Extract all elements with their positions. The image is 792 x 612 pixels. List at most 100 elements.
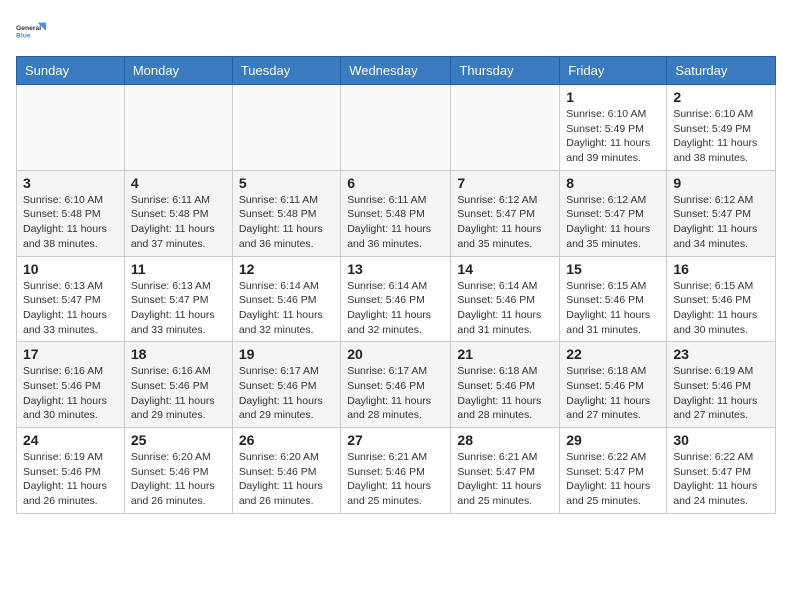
calendar-cell: 25 Sunrise: 6:20 AMSunset: 5:46 PMDayligh… (124, 428, 232, 514)
svg-text:Blue: Blue (16, 33, 31, 40)
day-info: Sunrise: 6:12 AMSunset: 5:47 PMDaylight:… (673, 193, 769, 252)
day-info: Sunrise: 6:11 AMSunset: 5:48 PMDaylight:… (239, 193, 334, 252)
day-info: Sunrise: 6:10 AMSunset: 5:48 PMDaylight:… (23, 193, 118, 252)
calendar-week-5: 24 Sunrise: 6:19 AMSunset: 5:46 PMDayligh… (17, 428, 776, 514)
day-number: 17 (23, 346, 118, 362)
column-header-sunday: Sunday (17, 57, 125, 85)
day-number: 21 (457, 346, 553, 362)
day-number: 29 (566, 432, 660, 448)
calendar-cell: 14Sunrise: 6:14 AMSunset: 5:46 PMDayligh… (451, 256, 560, 342)
calendar-week-3: 10 Sunrise: 6:13 AMSunset: 5:47 PMDayligh… (17, 256, 776, 342)
day-number: 12 (239, 261, 334, 277)
day-number: 20 (347, 346, 444, 362)
day-info: Sunrise: 6:16 AMSunset: 5:46 PMDaylight:… (131, 364, 226, 423)
calendar-cell: 22 Sunrise: 6:18 AMSunset: 5:46 PMDayligh… (560, 342, 667, 428)
column-header-monday: Monday (124, 57, 232, 85)
day-info: Sunrise: 6:15 AMSunset: 5:46 PMDaylight:… (673, 279, 769, 338)
day-number: 24 (23, 432, 118, 448)
calendar-cell: 27 Sunrise: 6:21 AMSunset: 5:46 PMDayligh… (341, 428, 451, 514)
calendar-cell (124, 85, 232, 171)
day-number: 8 (566, 175, 660, 191)
day-info: Sunrise: 6:16 AMSunset: 5:46 PMDaylight:… (23, 364, 118, 423)
calendar-cell: 1 Sunrise: 6:10 AMSunset: 5:49 PMDaylight… (560, 85, 667, 171)
calendar-cell: 16 Sunrise: 6:15 AMSunset: 5:46 PMDayligh… (667, 256, 776, 342)
calendar-cell: 26Sunrise: 6:20 AMSunset: 5:46 PMDayligh… (232, 428, 340, 514)
calendar-cell: 5 Sunrise: 6:11 AMSunset: 5:48 PMDaylight… (232, 170, 340, 256)
calendar-cell: 29 Sunrise: 6:22 AMSunset: 5:47 PMDayligh… (560, 428, 667, 514)
day-info: Sunrise: 6:20 AMSunset: 5:46 PMDaylight:… (239, 450, 334, 509)
calendar-week-4: 17 Sunrise: 6:16 AMSunset: 5:46 PMDayligh… (17, 342, 776, 428)
day-number: 3 (23, 175, 118, 191)
day-number: 2 (673, 89, 769, 105)
day-info: Sunrise: 6:15 AMSunset: 5:46 PMDaylight:… (566, 279, 660, 338)
day-info: Sunrise: 6:21 AMSunset: 5:47 PMDaylight:… (457, 450, 553, 509)
day-number: 1 (566, 89, 660, 105)
day-info: Sunrise: 6:20 AMSunset: 5:46 PMDaylight:… (131, 450, 226, 509)
day-number: 30 (673, 432, 769, 448)
day-info: Sunrise: 6:19 AMSunset: 5:46 PMDaylight:… (673, 364, 769, 423)
calendar-week-1: 1 Sunrise: 6:10 AMSunset: 5:49 PMDaylight… (17, 85, 776, 171)
calendar-table: SundayMondayTuesdayWednesdayThursdayFrid… (16, 56, 776, 514)
calendar-cell: 9Sunrise: 6:12 AMSunset: 5:47 PMDaylight… (667, 170, 776, 256)
day-info: Sunrise: 6:18 AMSunset: 5:46 PMDaylight:… (457, 364, 553, 423)
day-info: Sunrise: 6:21 AMSunset: 5:46 PMDaylight:… (347, 450, 444, 509)
calendar-cell: 21 Sunrise: 6:18 AMSunset: 5:46 PMDayligh… (451, 342, 560, 428)
calendar-cell: 6 Sunrise: 6:11 AMSunset: 5:48 PMDaylight… (341, 170, 451, 256)
page-header: GeneralBlue (16, 16, 776, 46)
day-info: Sunrise: 6:12 AMSunset: 5:47 PMDaylight:… (457, 193, 553, 252)
day-number: 27 (347, 432, 444, 448)
day-info: Sunrise: 6:17 AMSunset: 5:46 PMDaylight:… (239, 364, 334, 423)
day-info: Sunrise: 6:22 AMSunset: 5:47 PMDaylight:… (566, 450, 660, 509)
day-number: 11 (131, 261, 226, 277)
day-info: Sunrise: 6:18 AMSunset: 5:46 PMDaylight:… (566, 364, 660, 423)
calendar-cell: 23 Sunrise: 6:19 AMSunset: 5:46 PMDayligh… (667, 342, 776, 428)
day-number: 25 (131, 432, 226, 448)
calendar-cell: 2Sunrise: 6:10 AMSunset: 5:49 PMDaylight… (667, 85, 776, 171)
calendar-cell (232, 85, 340, 171)
day-info: Sunrise: 6:10 AMSunset: 5:49 PMDaylight:… (566, 107, 660, 166)
day-number: 6 (347, 175, 444, 191)
day-info: Sunrise: 6:14 AMSunset: 5:46 PMDaylight:… (347, 279, 444, 338)
column-header-friday: Friday (560, 57, 667, 85)
day-number: 5 (239, 175, 334, 191)
calendar-week-2: 3 Sunrise: 6:10 AMSunset: 5:48 PMDaylight… (17, 170, 776, 256)
day-number: 18 (131, 346, 226, 362)
calendar-cell: 15 Sunrise: 6:15 AMSunset: 5:46 PMDayligh… (560, 256, 667, 342)
day-info: Sunrise: 6:11 AMSunset: 5:48 PMDaylight:… (347, 193, 444, 252)
day-info: Sunrise: 6:11 AMSunset: 5:48 PMDaylight:… (131, 193, 226, 252)
day-info: Sunrise: 6:13 AMSunset: 5:47 PMDaylight:… (23, 279, 118, 338)
calendar-cell: 4Sunrise: 6:11 AMSunset: 5:48 PMDaylight… (124, 170, 232, 256)
day-info: Sunrise: 6:14 AMSunset: 5:46 PMDaylight:… (239, 279, 334, 338)
calendar-cell: 24 Sunrise: 6:19 AMSunset: 5:46 PMDayligh… (17, 428, 125, 514)
calendar-cell: 30 Sunrise: 6:22 AMSunset: 5:47 PMDayligh… (667, 428, 776, 514)
day-number: 7 (457, 175, 553, 191)
column-header-thursday: Thursday (451, 57, 560, 85)
day-info: Sunrise: 6:19 AMSunset: 5:46 PMDaylight:… (23, 450, 118, 509)
calendar-cell: 19 Sunrise: 6:17 AMSunset: 5:46 PMDayligh… (232, 342, 340, 428)
calendar-header-row: SundayMondayTuesdayWednesdayThursdayFrid… (17, 57, 776, 85)
svg-text:General: General (16, 25, 41, 32)
calendar-cell (451, 85, 560, 171)
day-number: 23 (673, 346, 769, 362)
day-info: Sunrise: 6:22 AMSunset: 5:47 PMDaylight:… (673, 450, 769, 509)
logo-icon: GeneralBlue (16, 16, 46, 46)
column-header-saturday: Saturday (667, 57, 776, 85)
day-number: 16 (673, 261, 769, 277)
calendar-cell: 8Sunrise: 6:12 AMSunset: 5:47 PMDaylight… (560, 170, 667, 256)
day-number: 14 (457, 261, 553, 277)
calendar-cell: 28 Sunrise: 6:21 AMSunset: 5:47 PMDayligh… (451, 428, 560, 514)
calendar-cell: 20Sunrise: 6:17 AMSunset: 5:46 PMDayligh… (341, 342, 451, 428)
calendar-cell (17, 85, 125, 171)
day-number: 13 (347, 261, 444, 277)
day-number: 28 (457, 432, 553, 448)
calendar-cell: 13 Sunrise: 6:14 AMSunset: 5:46 PMDayligh… (341, 256, 451, 342)
day-number: 22 (566, 346, 660, 362)
calendar-cell: 18 Sunrise: 6:16 AMSunset: 5:46 PMDayligh… (124, 342, 232, 428)
day-number: 10 (23, 261, 118, 277)
column-header-tuesday: Tuesday (232, 57, 340, 85)
day-number: 19 (239, 346, 334, 362)
calendar-cell: 12 Sunrise: 6:14 AMSunset: 5:46 PMDayligh… (232, 256, 340, 342)
day-number: 15 (566, 261, 660, 277)
calendar-cell: 10 Sunrise: 6:13 AMSunset: 5:47 PMDayligh… (17, 256, 125, 342)
calendar-cell: 11Sunrise: 6:13 AMSunset: 5:47 PMDayligh… (124, 256, 232, 342)
